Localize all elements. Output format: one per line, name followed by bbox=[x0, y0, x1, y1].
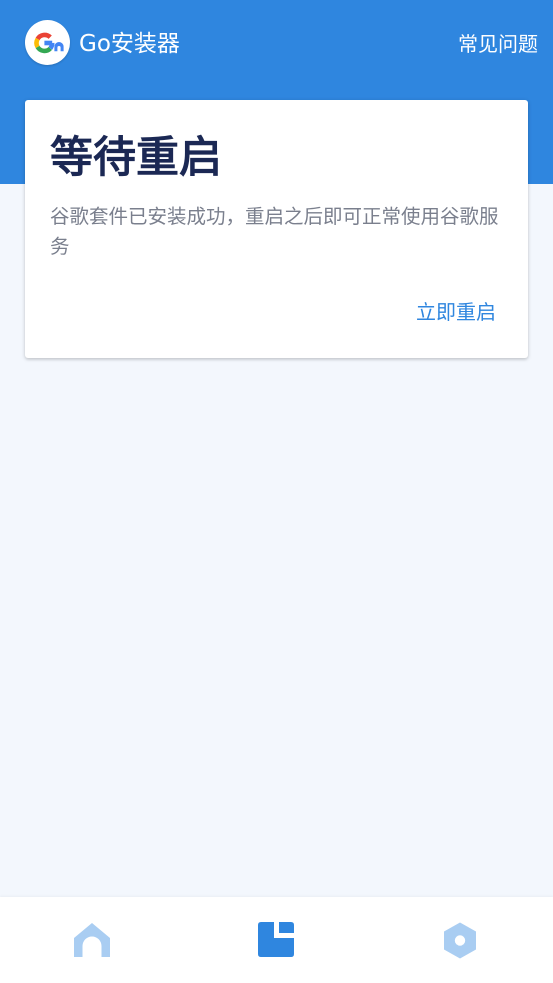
restart-card: 等待重启 谷歌套件已安装成功，重启之后即可正常使用谷歌服务 立即重启 bbox=[25, 100, 528, 358]
app-bar: Go安装器 常见问题 bbox=[0, 0, 553, 86]
app-title: Go安装器 bbox=[79, 31, 180, 57]
document-icon bbox=[258, 922, 294, 957]
card-title: 等待重启 bbox=[50, 133, 222, 183]
faq-link[interactable]: 常见问题 bbox=[458, 28, 538, 60]
nav-item-settings[interactable] bbox=[368, 897, 552, 983]
card-description: 谷歌套件已安装成功，重启之后即可正常使用谷歌服务 bbox=[50, 205, 499, 258]
bottom-navigation bbox=[0, 897, 553, 983]
home-icon bbox=[74, 923, 110, 957]
restart-now-button[interactable]: 立即重启 bbox=[416, 297, 496, 327]
settings-hexagon-icon bbox=[444, 922, 476, 959]
google-logo-icon bbox=[25, 20, 70, 65]
nav-item-tasks[interactable] bbox=[184, 897, 368, 983]
nav-item-home[interactable] bbox=[0, 897, 184, 983]
